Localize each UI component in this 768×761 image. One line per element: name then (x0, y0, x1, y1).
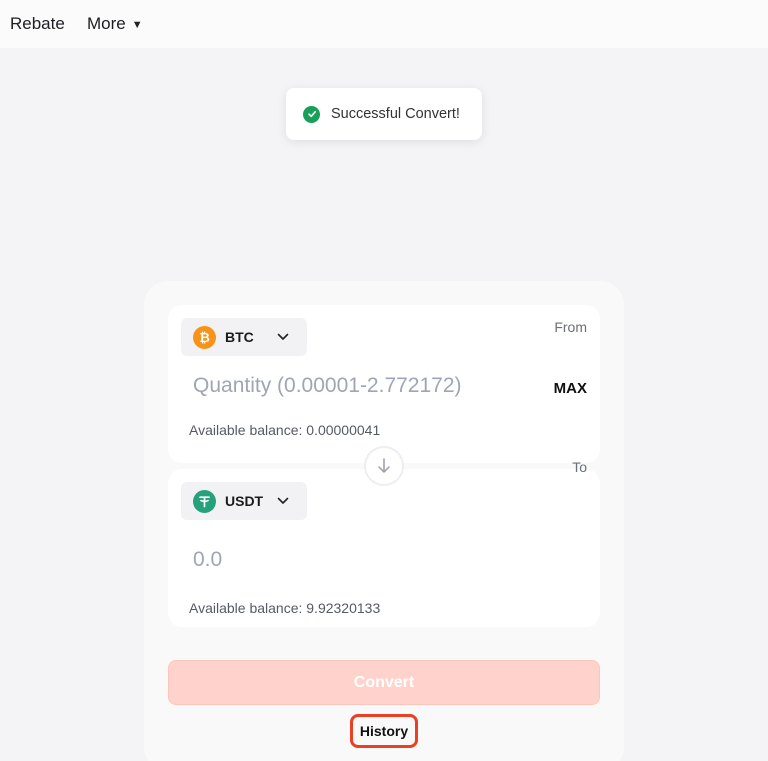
caret-down-icon: ▼ (131, 18, 143, 31)
to-available-balance: Available balance: 9.92320133 (189, 600, 381, 616)
from-coin-name: BTC (225, 329, 254, 345)
nav-more-menu[interactable]: More ▼ (87, 14, 143, 34)
bitcoin-icon: ₿ (193, 325, 216, 349)
tether-icon (193, 489, 216, 513)
chevron-down-icon (277, 497, 289, 504)
check-circle-icon (303, 105, 320, 123)
from-available-balance: Available balance: 0.00000041 (189, 422, 381, 438)
arrow-down-icon (378, 458, 390, 473)
to-amount-value: 0.0 (193, 548, 223, 571)
from-coin-select[interactable]: ₿ BTC (181, 318, 307, 356)
chevron-down-icon (277, 333, 289, 340)
max-button[interactable]: MAX (554, 380, 587, 397)
svg-text:₿: ₿ (199, 331, 210, 345)
nav-more-label: More (87, 14, 126, 33)
success-toast: Successful Convert! (286, 88, 482, 140)
from-box: ₿ BTC From MAX Available balance: 0.0000… (168, 305, 600, 463)
to-label: To (572, 459, 587, 475)
toast-message: Successful Convert! (331, 106, 460, 122)
history-button[interactable]: History (350, 714, 418, 748)
top-navigation-bar: Rebate More ▼ (0, 0, 768, 48)
to-coin-name: USDT (225, 493, 264, 509)
nav-rebate-link[interactable]: Rebate (10, 14, 65, 34)
to-coin-select[interactable]: USDT (181, 482, 307, 520)
from-label: From (554, 319, 587, 335)
convert-panel: ₿ BTC From MAX Available balance: 0.0000… (144, 281, 624, 761)
quantity-input[interactable] (193, 374, 523, 398)
convert-button[interactable]: Convert (168, 660, 600, 705)
to-box: USDT 0.0 Available balance: 9.92320133 (168, 469, 600, 627)
swap-direction-button[interactable] (364, 446, 404, 486)
